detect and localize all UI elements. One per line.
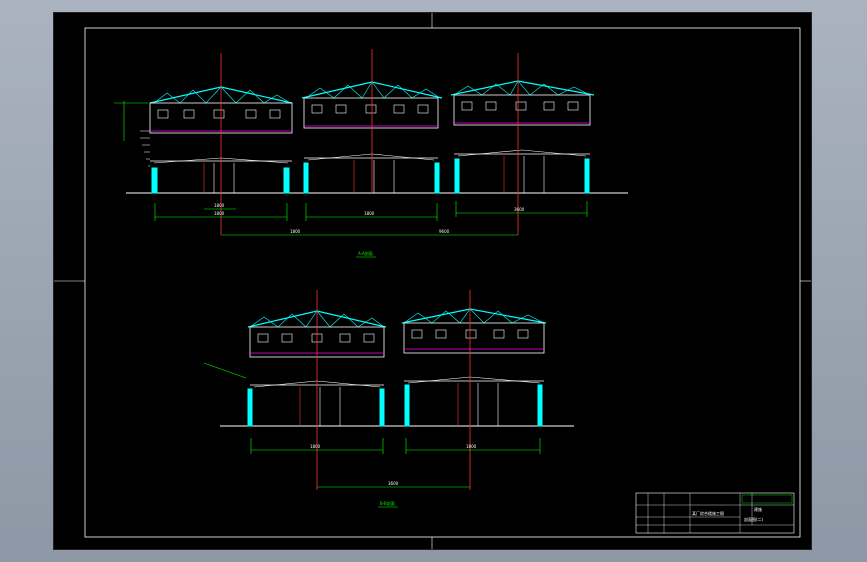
title-block: 某厂综合楼施工图 剖面图(二) 建施 bbox=[635, 492, 795, 534]
drawing-canvas: 1800 1800 1800 3600 1800 9600 A-A剖面 1800… bbox=[54, 13, 811, 549]
title-block-drawing-name: 剖面图(二) bbox=[744, 516, 764, 522]
section-title-top: A-A剖面 bbox=[358, 250, 373, 256]
drawing-sheet: 1800 1800 1800 3600 1800 9600 A-A剖面 1800… bbox=[53, 12, 812, 550]
dim-text-top-4: 3600 bbox=[514, 207, 525, 212]
dim-text-top-5: 1800 bbox=[290, 229, 301, 234]
building-5 bbox=[401, 308, 547, 427]
bottom-section-elevation: 1800 1800 3600 B-B剖面 bbox=[203, 290, 574, 508]
title-block-project: 某厂综合楼施工图 bbox=[692, 510, 724, 516]
dim-text-top-6: 9600 bbox=[439, 229, 450, 234]
dim-text-bottom-1: 1800 bbox=[310, 444, 321, 449]
dimension-lines-top bbox=[114, 101, 588, 236]
building-1 bbox=[140, 86, 293, 194]
building-3 bbox=[450, 80, 595, 194]
dim-text-bottom-2: 1800 bbox=[466, 444, 477, 449]
dim-text-top-1: 1800 bbox=[214, 203, 225, 208]
dim-text-bottom-3: 3600 bbox=[388, 481, 399, 486]
section-title-bottom: B-B剖面 bbox=[380, 500, 395, 506]
dim-text-top-2: 1800 bbox=[214, 211, 225, 216]
dim-text-top-3: 1800 bbox=[364, 211, 375, 216]
dimension-lines-bottom bbox=[203, 362, 541, 488]
drawing-frame bbox=[84, 27, 801, 538]
title-block-sheet-label: 建施 bbox=[754, 506, 762, 512]
top-section-elevation: 1800 1800 1800 3600 1800 9600 A-A剖面 bbox=[114, 49, 628, 258]
